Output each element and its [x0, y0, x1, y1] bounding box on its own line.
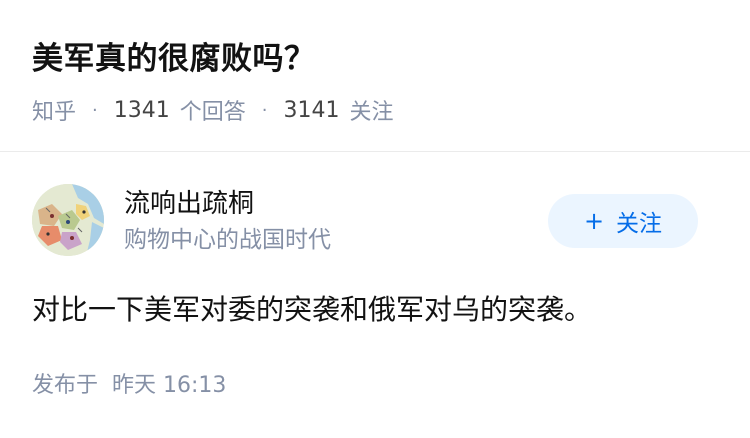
divider	[0, 151, 750, 152]
map-avatar-icon	[32, 184, 104, 256]
question-title[interactable]: 美军真的很腐败吗？	[32, 36, 316, 82]
follow-button-label: 关注	[616, 211, 663, 237]
author-headline: 购物中心的战国时代	[124, 227, 331, 253]
published-time: 昨天 16:13	[112, 373, 227, 398]
follow-button[interactable]: + 关注	[548, 194, 698, 248]
avatar[interactable]	[32, 184, 104, 256]
question-header: 美军真的很腐败吗？ 知乎 · 1341 个回答 · 3141 关注	[0, 0, 750, 150]
answer-count-label: 个回答	[179, 100, 246, 125]
answer-content[interactable]: 对比一下美军对委的突袭和俄军对乌的突袭。	[32, 290, 592, 330]
follower-count: 3141	[283, 97, 340, 123]
published-label: 发布于	[32, 373, 99, 398]
answer-timestamp: 发布于 昨天 16:13	[32, 370, 226, 402]
source-label[interactable]: 知乎	[32, 94, 76, 126]
author-info: 流响出疏桐 购物中心的战国时代 + 关注	[32, 184, 718, 260]
question-meta: 知乎 · 1341 个回答 · 3141 关注	[32, 94, 394, 126]
meta-separator: ·	[261, 99, 268, 121]
plus-icon: +	[583, 207, 605, 235]
answer-count: 1341	[113, 97, 170, 123]
author-name[interactable]: 流响出疏桐	[124, 186, 254, 222]
follower-count-label: 关注	[349, 100, 394, 125]
meta-separator: ·	[92, 99, 98, 121]
